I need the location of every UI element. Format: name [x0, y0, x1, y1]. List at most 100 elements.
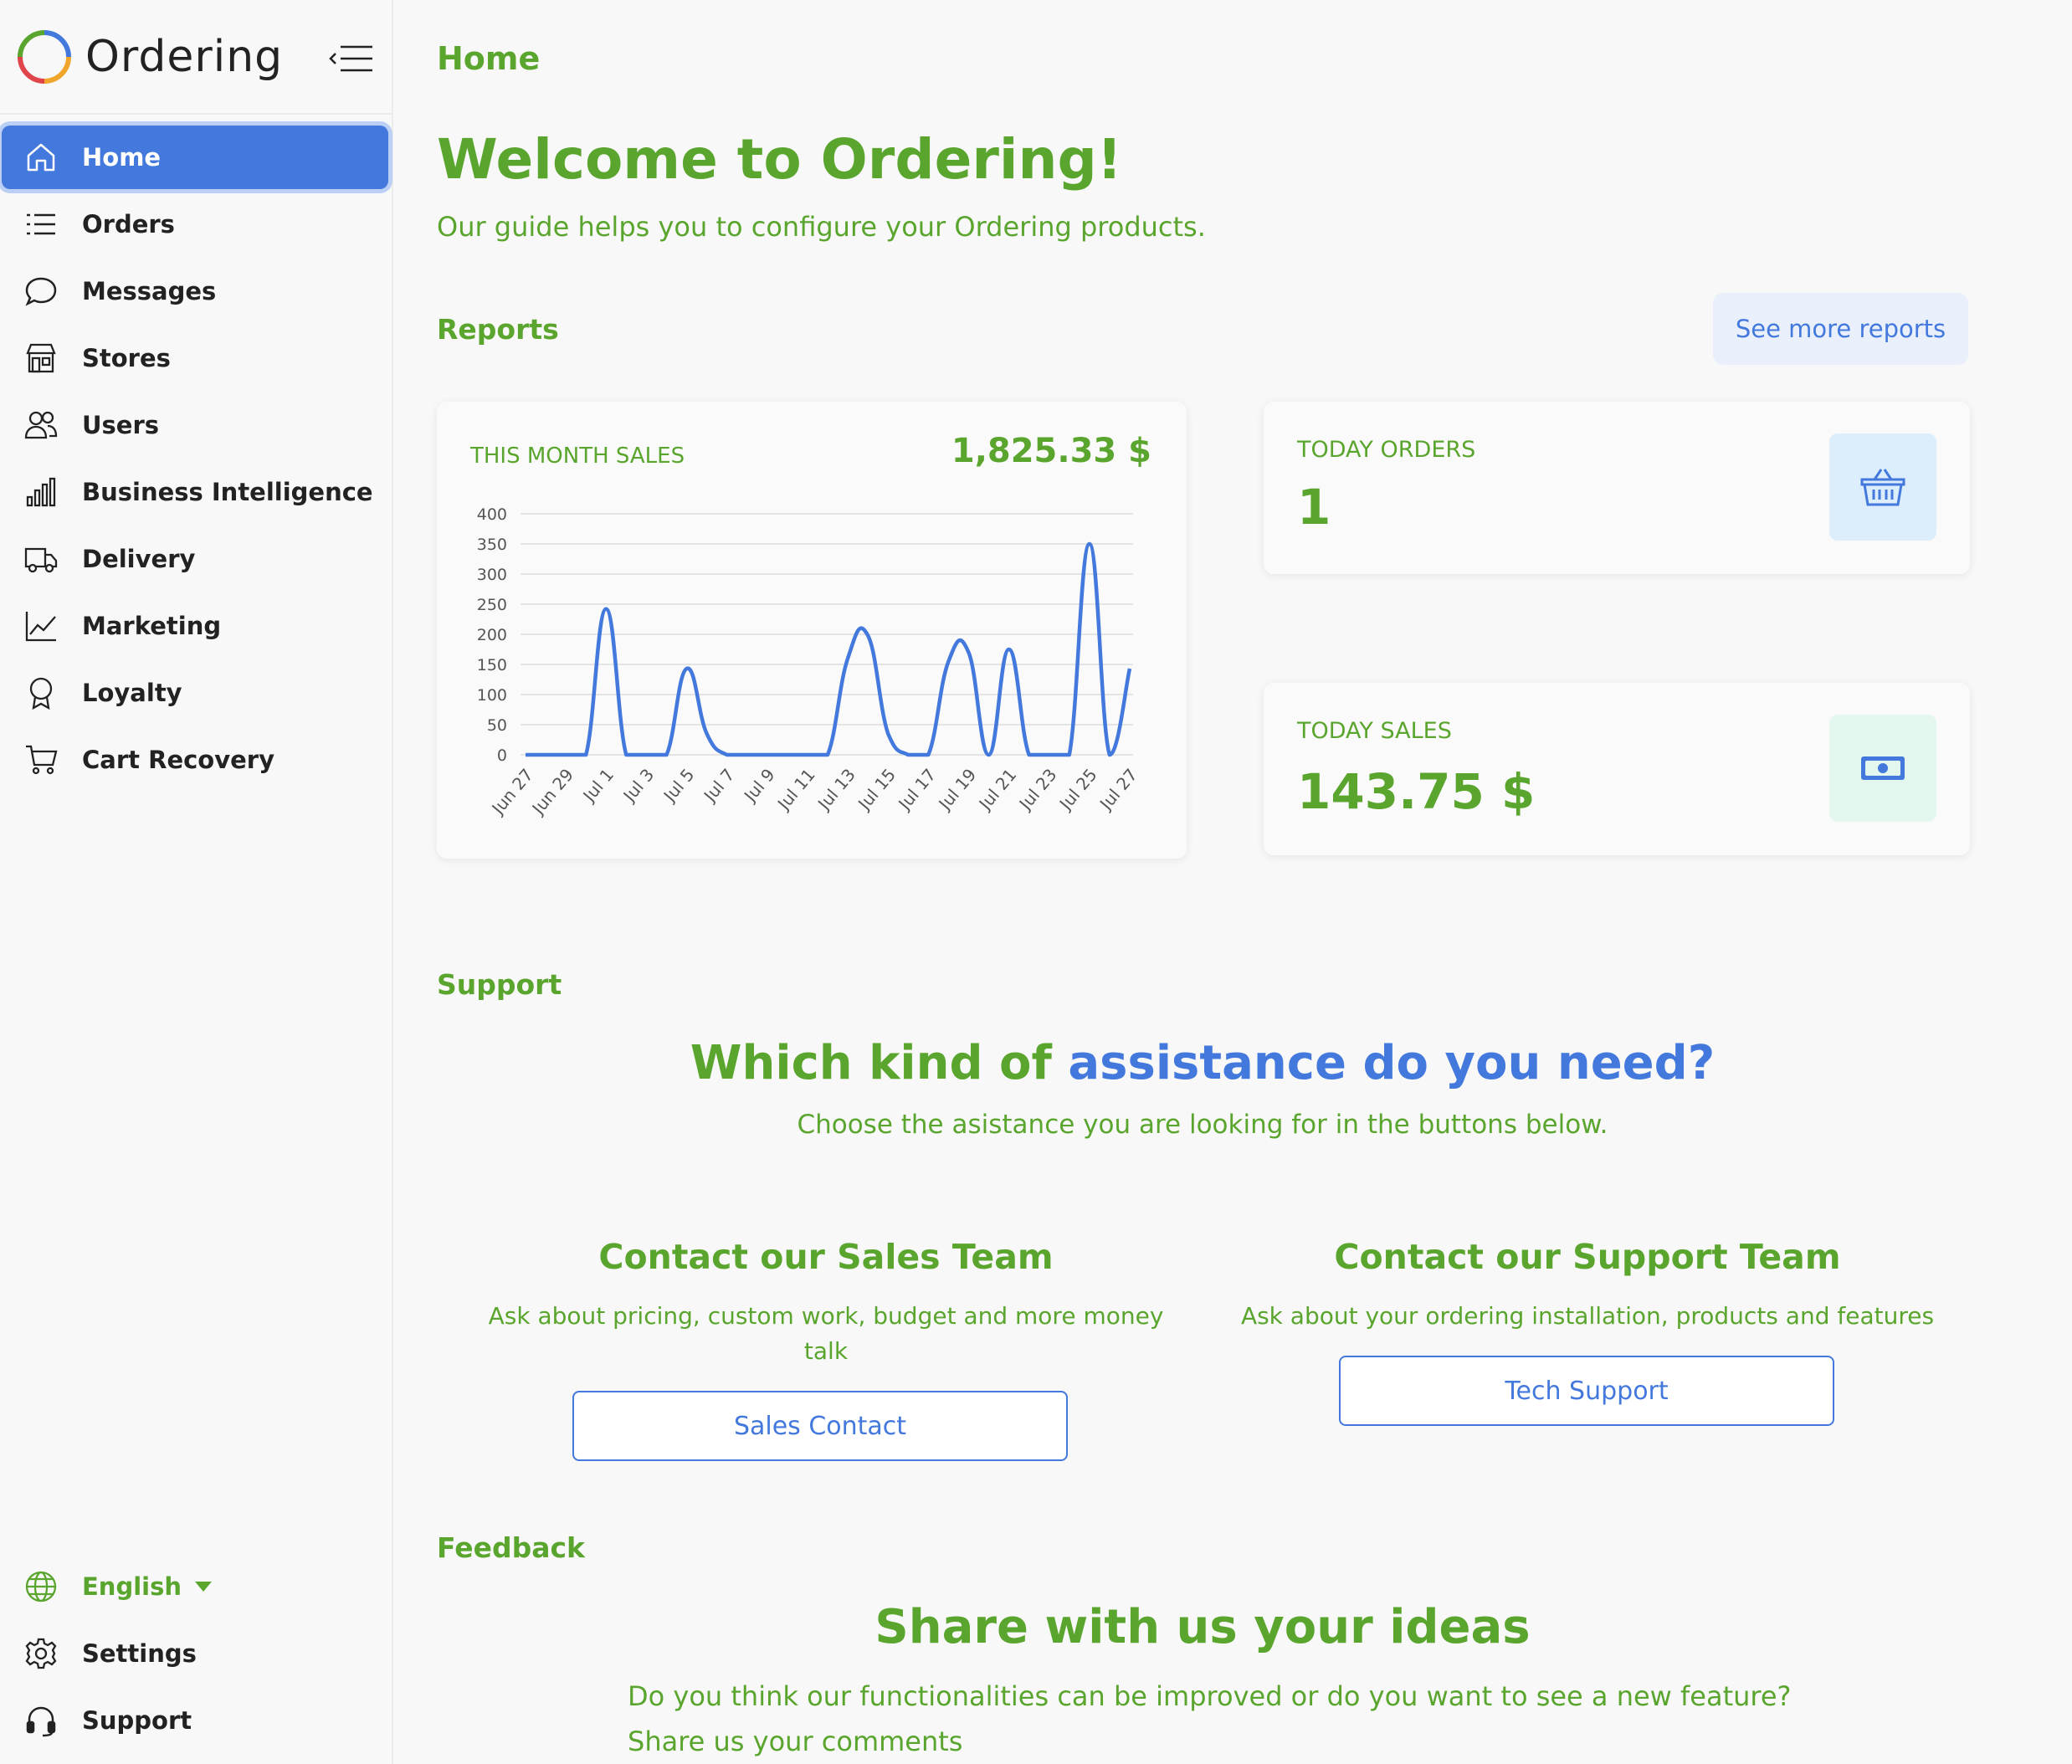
y-tick-label: 250	[477, 596, 507, 614]
sidebar-item-label: Messages	[82, 277, 217, 305]
support-team-description: Ask about your ordering installation, pr…	[1240, 1302, 1935, 1330]
chevron-down-icon	[195, 1582, 213, 1592]
sidebar-bottom: English Settings Support	[0, 1555, 393, 1756]
support-team-title: Contact our Support Team	[1334, 1237, 1841, 1277]
language-selector[interactable]: English	[2, 1555, 388, 1618]
sidebar-item-business-intelligence[interactable]: Business Intelligence	[2, 460, 388, 524]
gear-icon	[23, 1636, 59, 1671]
ordering-logo-icon	[18, 30, 71, 84]
welcome-heading: Welcome to Ordering!	[437, 127, 1122, 192]
sidebar-item-label: Cart Recovery	[82, 746, 275, 774]
basket-icon-box	[1829, 433, 1936, 541]
y-tick-label: 50	[487, 716, 507, 735]
sidebar-item-stores[interactable]: Stores	[2, 326, 388, 390]
sidebar: Ordering Home Orders Messages Stores Use…	[0, 0, 393, 1764]
x-tick-label: Jul 1	[578, 765, 618, 807]
support-contact-section: Contact our Support Team Ask about your …	[1223, 1237, 1951, 1334]
truck-icon	[23, 541, 59, 577]
sidebar-item-label: Home	[82, 143, 162, 172]
sidebar-item-label: Users	[82, 411, 160, 439]
brand[interactable]: Ordering	[17, 15, 377, 99]
today-sales-label: TODAY SALES	[1297, 718, 1452, 744]
sales-contact-section: Contact our Sales Team Ask about pricing…	[462, 1237, 1190, 1369]
today-sales-card: TODAY SALES 143.75 $	[1264, 683, 1970, 855]
sidebar-item-users[interactable]: Users	[2, 393, 388, 457]
assistance-subtitle: Choose the asistance you are looking for…	[797, 1110, 1608, 1140]
x-tick-label: Jun 27	[487, 765, 537, 819]
collapse-menu-icon	[329, 45, 372, 72]
cart-icon	[23, 742, 59, 777]
basket-icon	[1860, 469, 1905, 506]
sidebar-item-loyalty[interactable]: Loyalty	[2, 661, 388, 725]
y-tick-label: 350	[477, 536, 507, 554]
sidebar-item-label: Settings	[82, 1639, 197, 1668]
bar-chart-icon	[23, 474, 59, 510]
x-tick-label: Jul 7	[699, 765, 738, 807]
x-tick-label: Jul 13	[813, 765, 859, 815]
y-tick-label: 150	[477, 656, 507, 674]
assistance-heading: Which kind of assistance do you need?	[437, 1036, 1968, 1090]
collapse-sidebar-button[interactable]	[326, 33, 377, 84]
feedback-heading: Share with us your ideas	[874, 1600, 1531, 1654]
x-tick-label: Jul 11	[772, 765, 819, 815]
sidebar-item-label: Stores	[82, 344, 171, 372]
chat-icon	[23, 274, 59, 309]
reports-label: Reports	[437, 313, 559, 346]
x-tick-label: Jul 15	[853, 765, 900, 815]
y-tick-label: 100	[477, 686, 507, 705]
support-label: Support	[437, 968, 562, 1001]
award-icon	[23, 675, 59, 710]
sidebar-item-label: Delivery	[82, 545, 196, 573]
today-orders-card: TODAY ORDERS 1	[1264, 402, 1970, 574]
sales-team-title: Contact our Sales Team	[598, 1237, 1054, 1277]
list-icon	[23, 207, 59, 242]
y-tick-label: 300	[477, 566, 507, 584]
today-orders-value: 1	[1297, 479, 1331, 536]
brand-name: Ordering	[85, 32, 284, 82]
sidebar-nav: Home Orders Messages Stores Users Busine…	[0, 126, 393, 795]
see-more-reports-button[interactable]: See more reports	[1713, 293, 1968, 365]
month-sales-card: THIS MONTH SALES 1,825.33 $ 0 50 100 150 200…	[437, 402, 1187, 859]
welcome-subtitle: Our guide helps you to configure your Or…	[437, 211, 1206, 243]
x-tick-label: Jul 17	[894, 765, 941, 815]
store-icon	[23, 341, 59, 376]
headset-icon	[23, 1703, 59, 1738]
x-tick-label: Jul 27	[1095, 765, 1141, 815]
x-tick-label: Jul 23	[1014, 765, 1061, 815]
sidebar-divider	[0, 113, 393, 115]
x-tick-label: Jul 25	[1054, 765, 1101, 815]
assistance-heading-part2: assistance do you need?	[1068, 1036, 1716, 1090]
tech-support-button[interactable]: Tech Support	[1339, 1356, 1834, 1426]
sidebar-item-label: Business Intelligence	[82, 478, 373, 506]
sidebar-item-support[interactable]: Support	[2, 1689, 388, 1752]
assistance-heading-part1: Which kind of	[690, 1036, 1069, 1090]
y-tick-label: 0	[497, 746, 507, 765]
cash-icon-box	[1829, 715, 1936, 822]
sidebar-item-home[interactable]: Home	[2, 126, 388, 189]
home-icon	[23, 140, 59, 175]
sidebar-item-cart-recovery[interactable]: Cart Recovery	[2, 728, 388, 792]
globe-icon	[23, 1569, 59, 1604]
x-tick-label: Jun 29	[527, 765, 577, 819]
sidebar-item-settings[interactable]: Settings	[2, 1622, 388, 1685]
sidebar-item-label: Orders	[82, 210, 175, 238]
sales-contact-button[interactable]: Sales Contact	[572, 1391, 1068, 1461]
today-orders-label: TODAY ORDERS	[1297, 437, 1476, 463]
sidebar-item-label: Loyalty	[82, 679, 182, 707]
sidebar-item-label: Support	[82, 1706, 192, 1735]
line-chart-icon	[23, 608, 59, 644]
sidebar-item-orders[interactable]: Orders	[2, 192, 388, 256]
cash-icon	[1861, 756, 1905, 780]
feedback-label: Feedback	[437, 1531, 585, 1564]
x-tick-label: Jul 5	[659, 765, 698, 807]
sidebar-item-delivery[interactable]: Delivery	[2, 527, 388, 591]
x-tick-label: Jul 19	[934, 765, 981, 815]
sales-team-description: Ask about pricing, custom work, budget a…	[488, 1302, 1164, 1365]
sidebar-item-marketing[interactable]: Marketing	[2, 594, 388, 658]
language-label: English	[82, 1572, 182, 1601]
month-sales-chart: 050100150200250300350400Jun 27Jun 29 Jul …	[477, 505, 1141, 819]
sidebar-item-messages[interactable]: Messages	[2, 259, 388, 323]
users-icon	[23, 408, 59, 443]
feedback-line-1: Do you think our functionalities can be …	[628, 1680, 1792, 1712]
feedback-line-2: Share us your comments	[628, 1726, 963, 1757]
